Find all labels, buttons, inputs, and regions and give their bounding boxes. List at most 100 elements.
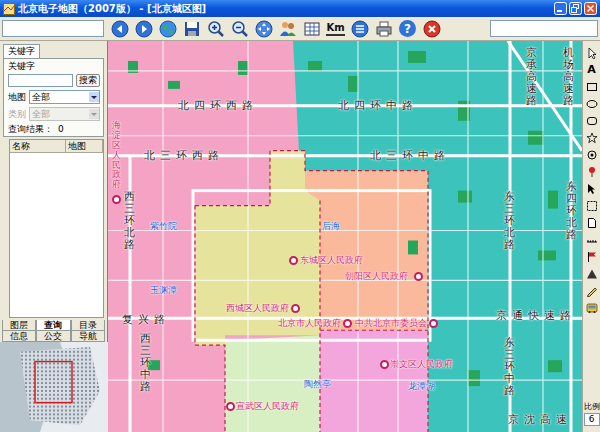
- km-button[interactable]: Km: [325, 18, 346, 39]
- list-button[interactable]: [349, 18, 370, 39]
- place-label[interactable]: 陶然亭: [304, 379, 331, 390]
- panel-tab[interactable]: 导航: [71, 331, 105, 342]
- pencil-tool[interactable]: [584, 283, 599, 298]
- save-button[interactable]: [181, 18, 202, 39]
- zoom-in-button[interactable]: [205, 18, 226, 39]
- title-bar: 北京电子地图（2007版） - [北京城区图]: [0, 0, 600, 17]
- panel-tab[interactable]: 公交: [36, 331, 70, 342]
- government-label[interactable]: 宣武区人民政府: [236, 401, 299, 412]
- government-label[interactable]: 崇文区人民政府: [390, 359, 453, 370]
- rect-tool[interactable]: [584, 79, 599, 94]
- panel-tab[interactable]: 目录: [71, 320, 105, 331]
- keyword-input[interactable]: [8, 74, 73, 87]
- zoom-out-button[interactable]: [229, 18, 250, 39]
- ellipse-tool[interactable]: [584, 96, 599, 111]
- arrow-tool[interactable]: [584, 45, 599, 60]
- close-window-icon[interactable]: [584, 2, 597, 15]
- globe-icon: [159, 20, 177, 38]
- minimize-icon[interactable]: [554, 2, 567, 15]
- keyword-tab[interactable]: 关键字: [3, 44, 40, 58]
- panel-tab[interactable]: 查询: [36, 320, 70, 331]
- place-label[interactable]: 龙潭湖: [408, 381, 435, 392]
- place-label[interactable]: 玉渊潭: [150, 285, 177, 296]
- text-tool[interactable]: A: [584, 62, 599, 77]
- government-marker[interactable]: [429, 319, 438, 328]
- green-space: [548, 360, 562, 372]
- scale-input[interactable]: 6: [584, 413, 600, 426]
- help-button[interactable]: ?: [397, 18, 418, 39]
- flag-tool[interactable]: [584, 249, 599, 264]
- government-marker[interactable]: [226, 402, 235, 411]
- km-label: Km: [326, 22, 344, 36]
- keyword-label: 关键字: [8, 61, 100, 71]
- forward-button[interactable]: [133, 18, 154, 39]
- scale-field[interactable]: [490, 20, 598, 37]
- list-header: 名称地图: [10, 140, 103, 153]
- bus-tool[interactable]: [584, 300, 599, 315]
- road-label: 东三环北路: [504, 191, 515, 251]
- print-button[interactable]: [373, 18, 394, 39]
- government-label[interactable]: 海淀区人民政府: [112, 121, 121, 190]
- roundrect-tool[interactable]: [584, 113, 599, 128]
- printer-icon: [375, 20, 393, 38]
- triangle-tool[interactable]: [584, 266, 599, 281]
- search-form: 关键字 搜索 地图 全部 类别 全部 查询结果： 0: [3, 58, 104, 137]
- road-label: 东三环中路: [504, 337, 515, 397]
- pin-tool[interactable]: [584, 164, 599, 179]
- flag-icon: [586, 251, 598, 263]
- government-label[interactable]: 中共北京市委员会: [355, 318, 427, 329]
- bus-icon: [586, 302, 598, 314]
- green-space: [538, 250, 556, 260]
- globe-button[interactable]: [157, 18, 178, 39]
- text-tool-icon: A: [587, 64, 596, 76]
- map-label: 地图: [8, 92, 26, 102]
- app-window: 北京电子地图（2007版） - [北京城区图] Km? 关键字 关键字 搜索 地…: [0, 0, 600, 432]
- restore-icon[interactable]: [569, 2, 582, 15]
- window-title: 北京电子地图（2007版） - [北京城区图]: [18, 2, 551, 16]
- location-field[interactable]: [2, 20, 104, 37]
- find-button[interactable]: [277, 18, 298, 39]
- search-button[interactable]: 搜索: [76, 74, 100, 87]
- government-marker[interactable]: [343, 319, 352, 328]
- government-label[interactable]: 西城区人民政府: [226, 303, 289, 314]
- government-marker[interactable]: [291, 304, 300, 313]
- result-list[interactable]: 名称地图: [9, 139, 104, 318]
- road-label: 京沈高速: [508, 413, 572, 426]
- overview-map[interactable]: [0, 342, 108, 432]
- result-count: 查询结果： 0: [8, 124, 100, 134]
- tab-row: 信息公交导航: [2, 331, 105, 342]
- government-label[interactable]: 东城区人民政府: [300, 255, 363, 266]
- select-tool[interactable]: [584, 198, 599, 213]
- column-header[interactable]: 名称: [10, 140, 66, 152]
- green-space: [458, 191, 472, 203]
- place-label[interactable]: 后海: [322, 221, 340, 232]
- map-combo[interactable]: 全部: [29, 90, 100, 104]
- government-marker[interactable]: [380, 360, 389, 369]
- government-label[interactable]: 朝阳区人民政府: [345, 271, 408, 282]
- forward-arrow-icon: [135, 20, 153, 38]
- green-space: [548, 191, 558, 209]
- panel-tab[interactable]: 信息: [2, 331, 36, 342]
- government-marker[interactable]: [289, 256, 298, 265]
- pencil-icon: [586, 285, 598, 297]
- map-view[interactable]: 北四环西路北四环中路北三环西路北三环中路复兴路京通快速路京沈高速西三环北路西三环…: [108, 41, 582, 432]
- government-label[interactable]: 北京市人民政府: [278, 318, 341, 329]
- road-label: 北三环西路: [144, 149, 224, 162]
- place-label[interactable]: 紫竹院: [150, 221, 177, 232]
- star-tool[interactable]: [584, 130, 599, 145]
- ellipse-icon: [586, 98, 598, 110]
- pan-button[interactable]: [253, 18, 274, 39]
- column-header[interactable]: 地图: [66, 140, 103, 152]
- layers-button[interactable]: [301, 18, 322, 39]
- close-button[interactable]: [421, 18, 442, 39]
- cursor-tool[interactable]: [584, 181, 599, 196]
- left-panel: 关键字 关键字 搜索 地图 全部 类别 全部 查询结果： 0 名称地图 图层查询…: [0, 41, 108, 432]
- dot-tool[interactable]: [584, 147, 599, 162]
- measure-tool[interactable]: [584, 232, 599, 247]
- doc-tool[interactable]: [584, 215, 599, 230]
- back-button[interactable]: [109, 18, 130, 39]
- government-marker[interactable]: [414, 272, 423, 281]
- select-icon: [586, 200, 598, 212]
- panel-tab[interactable]: 图层: [2, 320, 36, 331]
- government-marker[interactable]: [112, 195, 121, 204]
